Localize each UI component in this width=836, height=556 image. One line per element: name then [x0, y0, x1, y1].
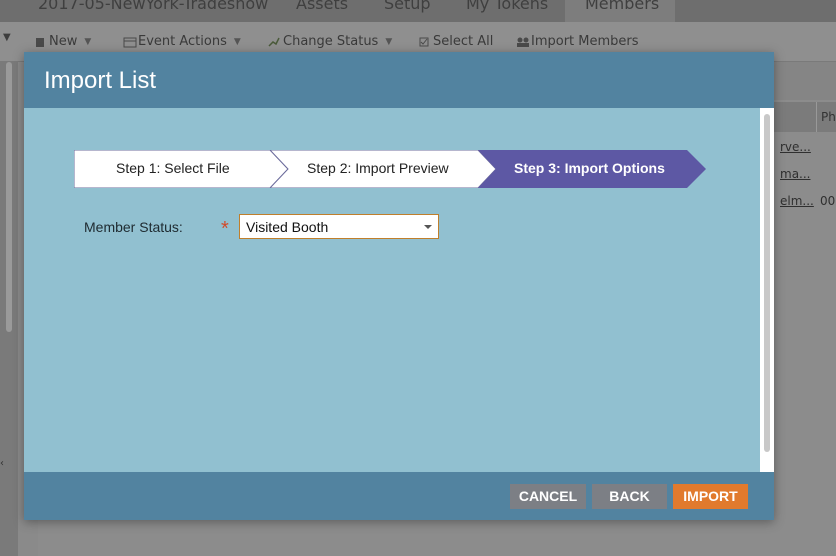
- dialog-title: Import List: [44, 67, 157, 94]
- people-icon: [516, 36, 529, 48]
- cancel-button[interactable]: CANCEL: [510, 484, 586, 509]
- import-list-dialog: Import List Step 1: Select File Step 2: …: [24, 52, 774, 520]
- back-button[interactable]: BACK: [592, 484, 667, 509]
- chevron-down-icon: [424, 225, 432, 229]
- grid-column-phone[interactable]: Ph: [816, 102, 836, 132]
- event-actions-label: Event Actions: [138, 34, 227, 49]
- chevron-down-icon: ▼: [385, 36, 393, 47]
- grid-cell-link[interactable]: rve...: [780, 140, 811, 154]
- collapse-arrow-icon[interactable]: ▼: [3, 32, 11, 43]
- new-icon: [34, 36, 46, 48]
- grid-cell-link[interactable]: elm...: [780, 194, 814, 208]
- tab-assets[interactable]: Assets: [296, 0, 348, 13]
- step-3-label: Step 3: Import Options: [514, 160, 665, 176]
- left-sidebar: ‹: [0, 62, 18, 556]
- change-status-menu-button[interactable]: Change Status ▼: [268, 34, 392, 49]
- import-members-button[interactable]: Import Members: [516, 34, 639, 49]
- grid-cell: 00(: [820, 194, 836, 208]
- tab-members[interactable]: Members: [565, 0, 675, 22]
- top-navigation: 2017-05-NewYork-Tradeshow Assets Setup M…: [0, 0, 836, 22]
- tab-my-tokens[interactable]: My Tokens: [466, 0, 548, 13]
- new-menu-button[interactable]: New ▼: [34, 34, 91, 49]
- member-status-label: Member Status:: [84, 219, 183, 235]
- step-2-label: Step 2: Import Preview: [307, 160, 449, 176]
- select-all-label: Select All: [433, 34, 494, 49]
- chevron-down-icon: ▼: [84, 36, 92, 47]
- dialog-scrollbar[interactable]: [760, 108, 774, 472]
- change-status-label: Change Status: [283, 34, 379, 49]
- event-actions-menu-button[interactable]: Event Actions ▼: [123, 34, 241, 49]
- step-1-label: Step 1: Select File: [116, 160, 230, 176]
- import-members-label: Import Members: [531, 34, 639, 49]
- member-status-value: Visited Booth: [246, 219, 329, 235]
- dialog-footer: CANCEL BACK IMPORT: [24, 472, 774, 520]
- change-status-icon: [268, 36, 280, 48]
- sidebar-scrollbar[interactable]: [6, 62, 12, 332]
- select-all-button[interactable]: Select All: [418, 34, 493, 49]
- tab-setup[interactable]: Setup: [384, 0, 431, 13]
- import-button[interactable]: IMPORT: [673, 484, 748, 509]
- new-menu-label: New: [49, 34, 78, 49]
- dialog-header: Import List: [24, 52, 774, 108]
- select-all-icon: [418, 36, 430, 48]
- scrollbar-thumb[interactable]: [764, 114, 770, 452]
- grid-column-header: Ph: [772, 102, 836, 132]
- sidebar-collapse-icon[interactable]: ‹: [0, 458, 4, 469]
- tab-members-label: Members: [585, 0, 660, 13]
- grid-cell-link[interactable]: ma...: [780, 167, 811, 181]
- tab-program[interactable]: 2017-05-NewYork-Tradeshow: [38, 0, 268, 13]
- calendar-icon: [123, 36, 137, 48]
- required-marker: *: [221, 218, 229, 240]
- chevron-down-icon: ▼: [233, 36, 241, 47]
- member-status-select[interactable]: Visited Booth: [239, 214, 439, 239]
